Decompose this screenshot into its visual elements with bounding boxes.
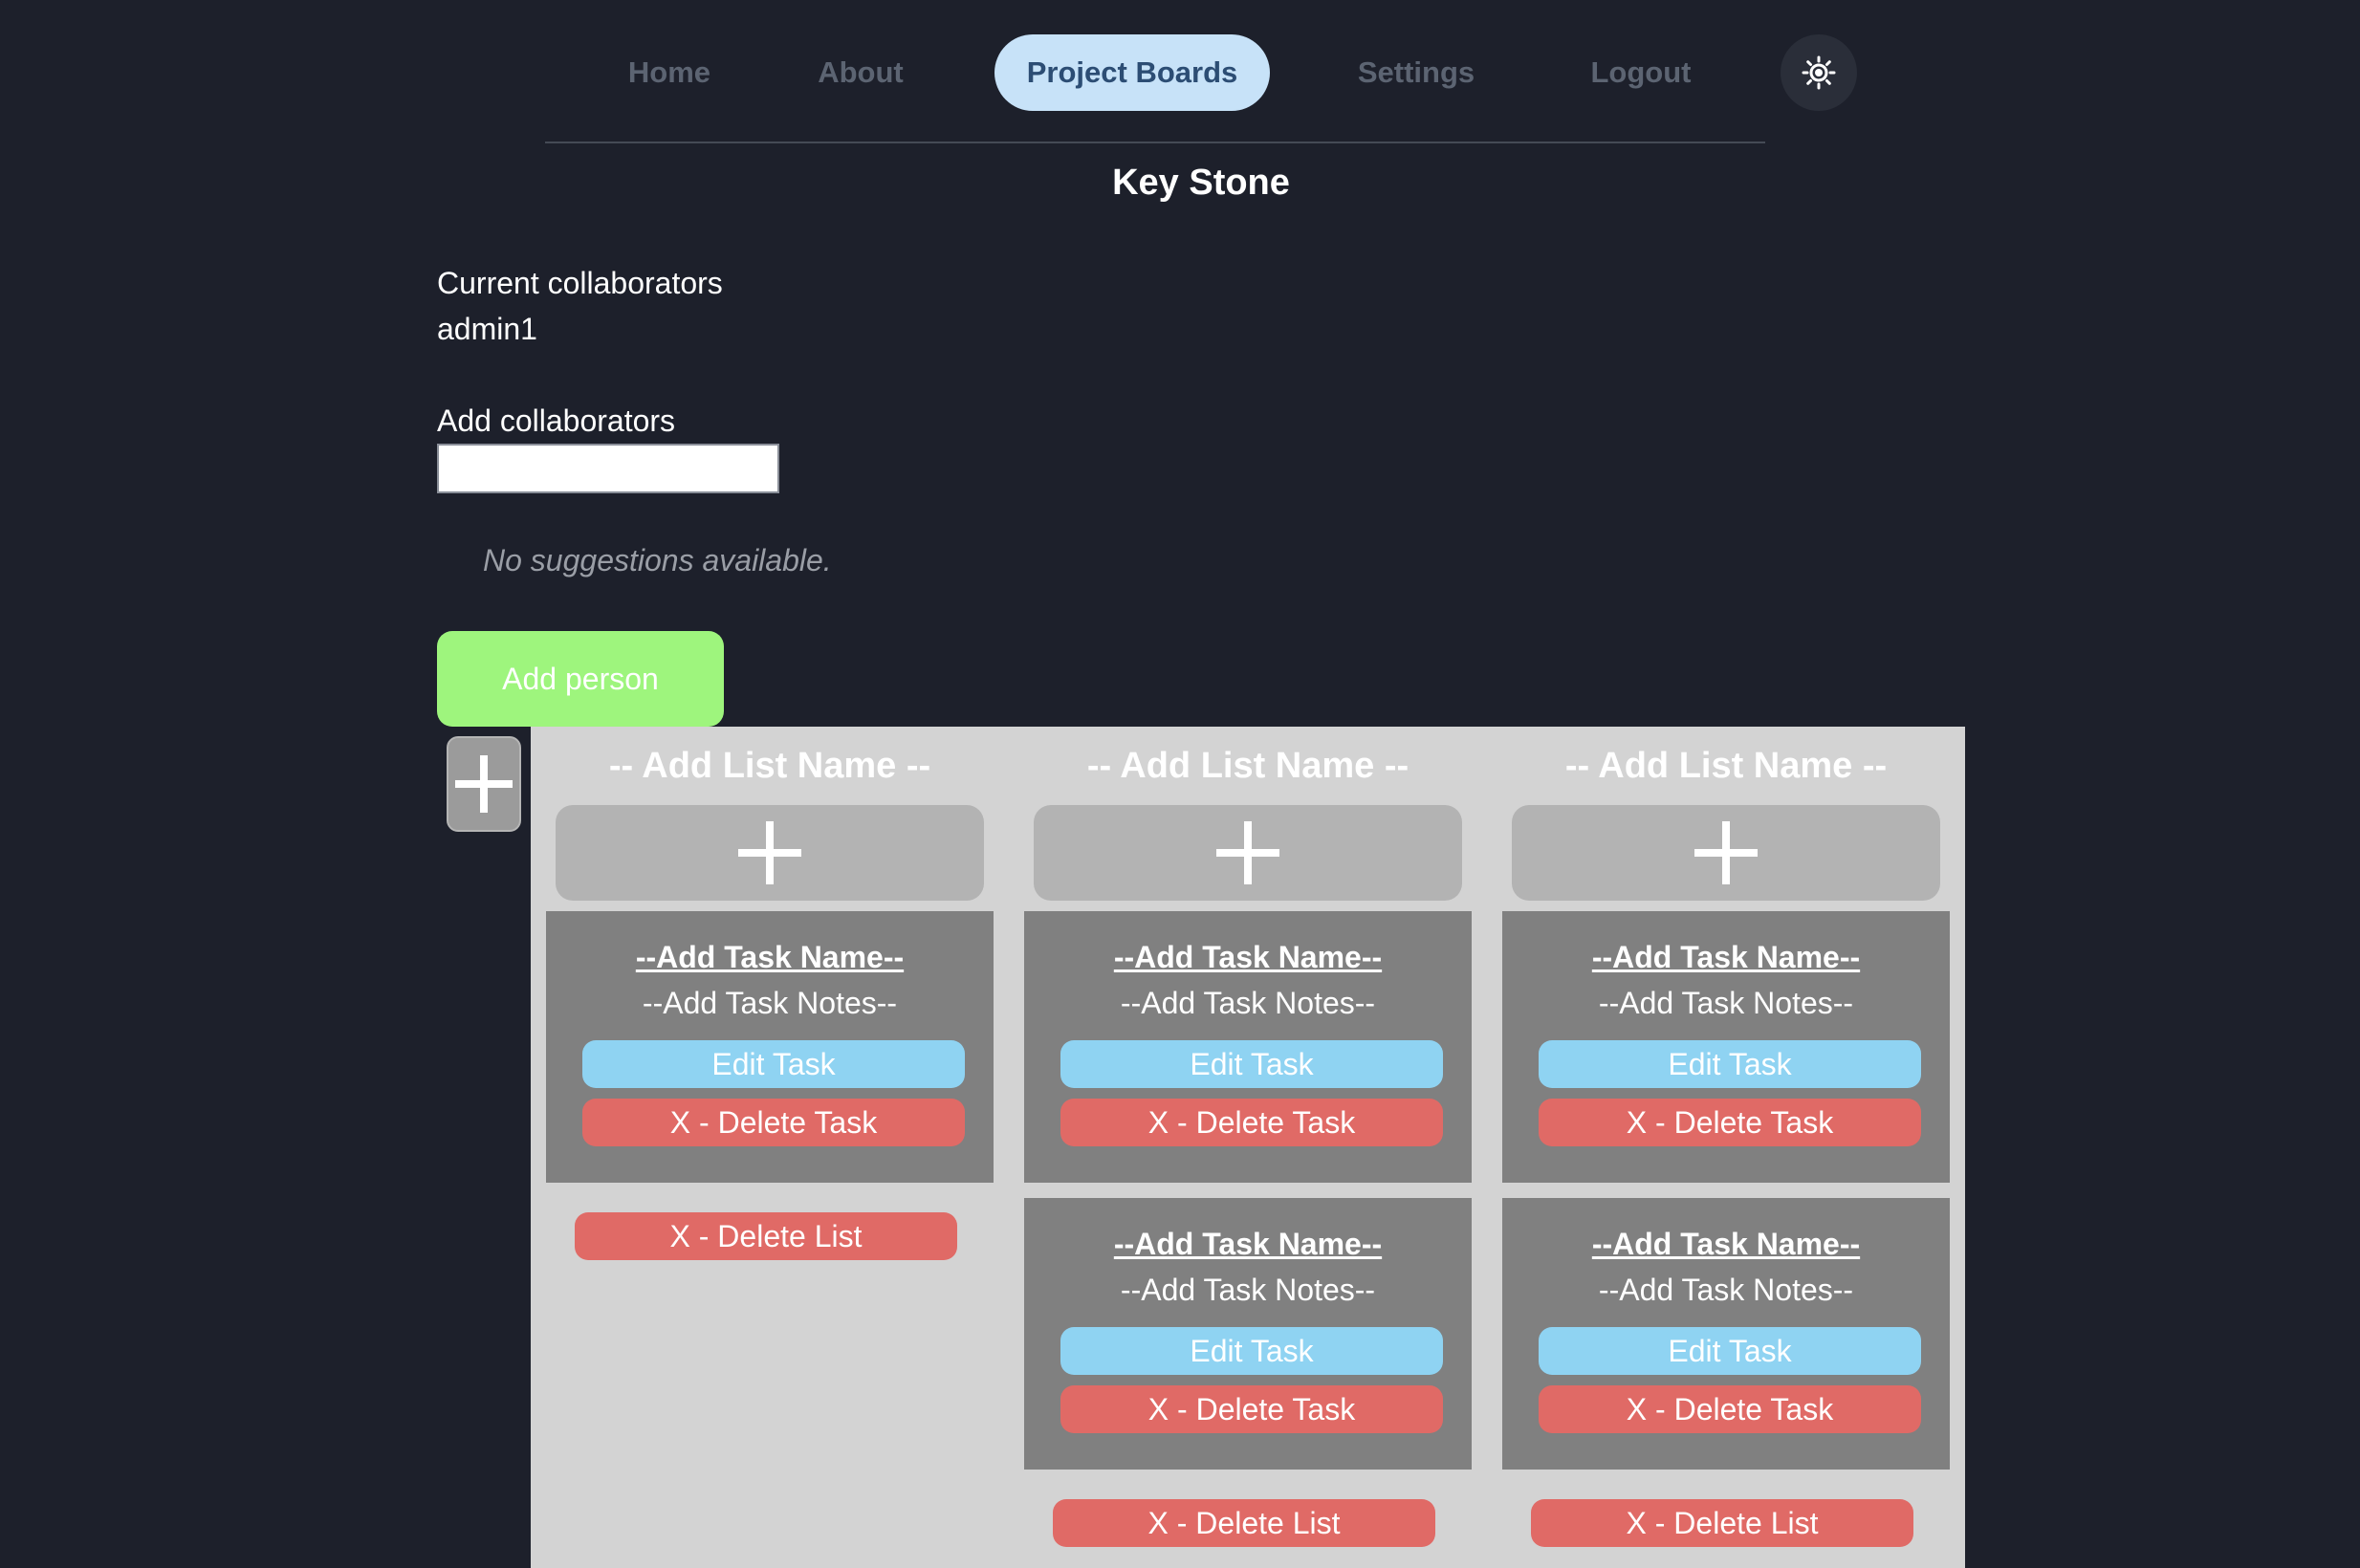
task-notes[interactable]: --Add Task Notes-- [1024, 986, 1472, 1021]
nav-settings[interactable]: Settings [1306, 34, 1526, 111]
top-nav: Home About Project Boards Settings Logou… [545, 34, 1861, 111]
board-title: Key Stone [1112, 163, 1290, 203]
task-card: --Add Task Name-- --Add Task Notes-- Edi… [1502, 1198, 1950, 1470]
edit-task-button[interactable]: Edit Task [1539, 1040, 1921, 1088]
nav-about[interactable]: About [765, 34, 956, 111]
add-task-button[interactable] [1512, 805, 1940, 901]
page: Home About Project Boards Settings Logou… [0, 0, 2360, 1568]
theme-toggle-button[interactable] [1781, 34, 1857, 111]
sun-icon [1802, 55, 1836, 90]
task-notes[interactable]: --Add Task Notes-- [1502, 986, 1950, 1021]
add-collaborators-label: Add collaborators [437, 403, 676, 438]
list-name[interactable]: -- Add List Name -- [1487, 746, 1965, 787]
nav-project-boards[interactable]: Project Boards [994, 34, 1270, 111]
delete-task-button[interactable]: X - Delete Task [1539, 1385, 1921, 1433]
suggestions-empty-text: No suggestions available. [483, 543, 832, 577]
nav-divider [545, 142, 1765, 143]
plus-icon [1694, 821, 1758, 884]
nav-home[interactable]: Home [574, 34, 765, 111]
add-task-button[interactable] [556, 805, 984, 901]
delete-task-button[interactable]: X - Delete Task [1060, 1385, 1443, 1433]
edit-task-button[interactable]: Edit Task [582, 1040, 965, 1088]
plus-icon [1216, 821, 1279, 884]
delete-task-button[interactable]: X - Delete Task [1539, 1099, 1921, 1146]
delete-task-button[interactable]: X - Delete Task [582, 1099, 965, 1146]
delete-task-button[interactable]: X - Delete Task [1060, 1099, 1443, 1146]
add-task-button[interactable] [1034, 805, 1462, 901]
add-list-button[interactable] [447, 736, 521, 832]
delete-list-button[interactable]: X - Delete List [1531, 1499, 1913, 1547]
plus-icon [455, 755, 513, 813]
task-name[interactable]: --Add Task Name-- [1024, 1227, 1472, 1262]
task-notes[interactable]: --Add Task Notes-- [1502, 1273, 1950, 1308]
task-name[interactable]: --Add Task Name-- [546, 940, 994, 975]
plus-icon [738, 821, 801, 884]
task-notes[interactable]: --Add Task Notes-- [1024, 1273, 1472, 1308]
board-area: -- Add List Name -- --Add Task Name-- --… [531, 727, 1965, 1568]
task-name[interactable]: --Add Task Name-- [1502, 940, 1950, 975]
list-column: -- Add List Name -- --Add Task Name-- --… [531, 727, 1009, 1568]
task-notes[interactable]: --Add Task Notes-- [546, 986, 994, 1021]
task-card: --Add Task Name-- --Add Task Notes-- Edi… [1024, 1198, 1472, 1470]
nav-logout[interactable]: Logout [1545, 34, 1737, 111]
delete-list-button[interactable]: X - Delete List [1053, 1499, 1435, 1547]
delete-list-button[interactable]: X - Delete List [575, 1212, 957, 1260]
edit-task-button[interactable]: Edit Task [1060, 1040, 1443, 1088]
task-name[interactable]: --Add Task Name-- [1502, 1227, 1950, 1262]
task-name[interactable]: --Add Task Name-- [1024, 940, 1472, 975]
add-person-button[interactable]: Add person [437, 631, 724, 727]
list-column: -- Add List Name -- --Add Task Name-- --… [1009, 727, 1487, 1568]
collaborator-name: admin1 [437, 312, 537, 346]
task-card: --Add Task Name-- --Add Task Notes-- Edi… [1502, 911, 1950, 1183]
current-collaborators-label: Current collaborators [437, 266, 723, 300]
edit-task-button[interactable]: Edit Task [1060, 1327, 1443, 1375]
add-collaborator-input[interactable] [437, 444, 779, 493]
edit-task-button[interactable]: Edit Task [1539, 1327, 1921, 1375]
list-name[interactable]: -- Add List Name -- [531, 746, 1009, 787]
list-name[interactable]: -- Add List Name -- [1009, 746, 1487, 787]
task-card: --Add Task Name-- --Add Task Notes-- Edi… [546, 911, 994, 1183]
task-card: --Add Task Name-- --Add Task Notes-- Edi… [1024, 911, 1472, 1183]
list-column: -- Add List Name -- --Add Task Name-- --… [1487, 727, 1965, 1568]
